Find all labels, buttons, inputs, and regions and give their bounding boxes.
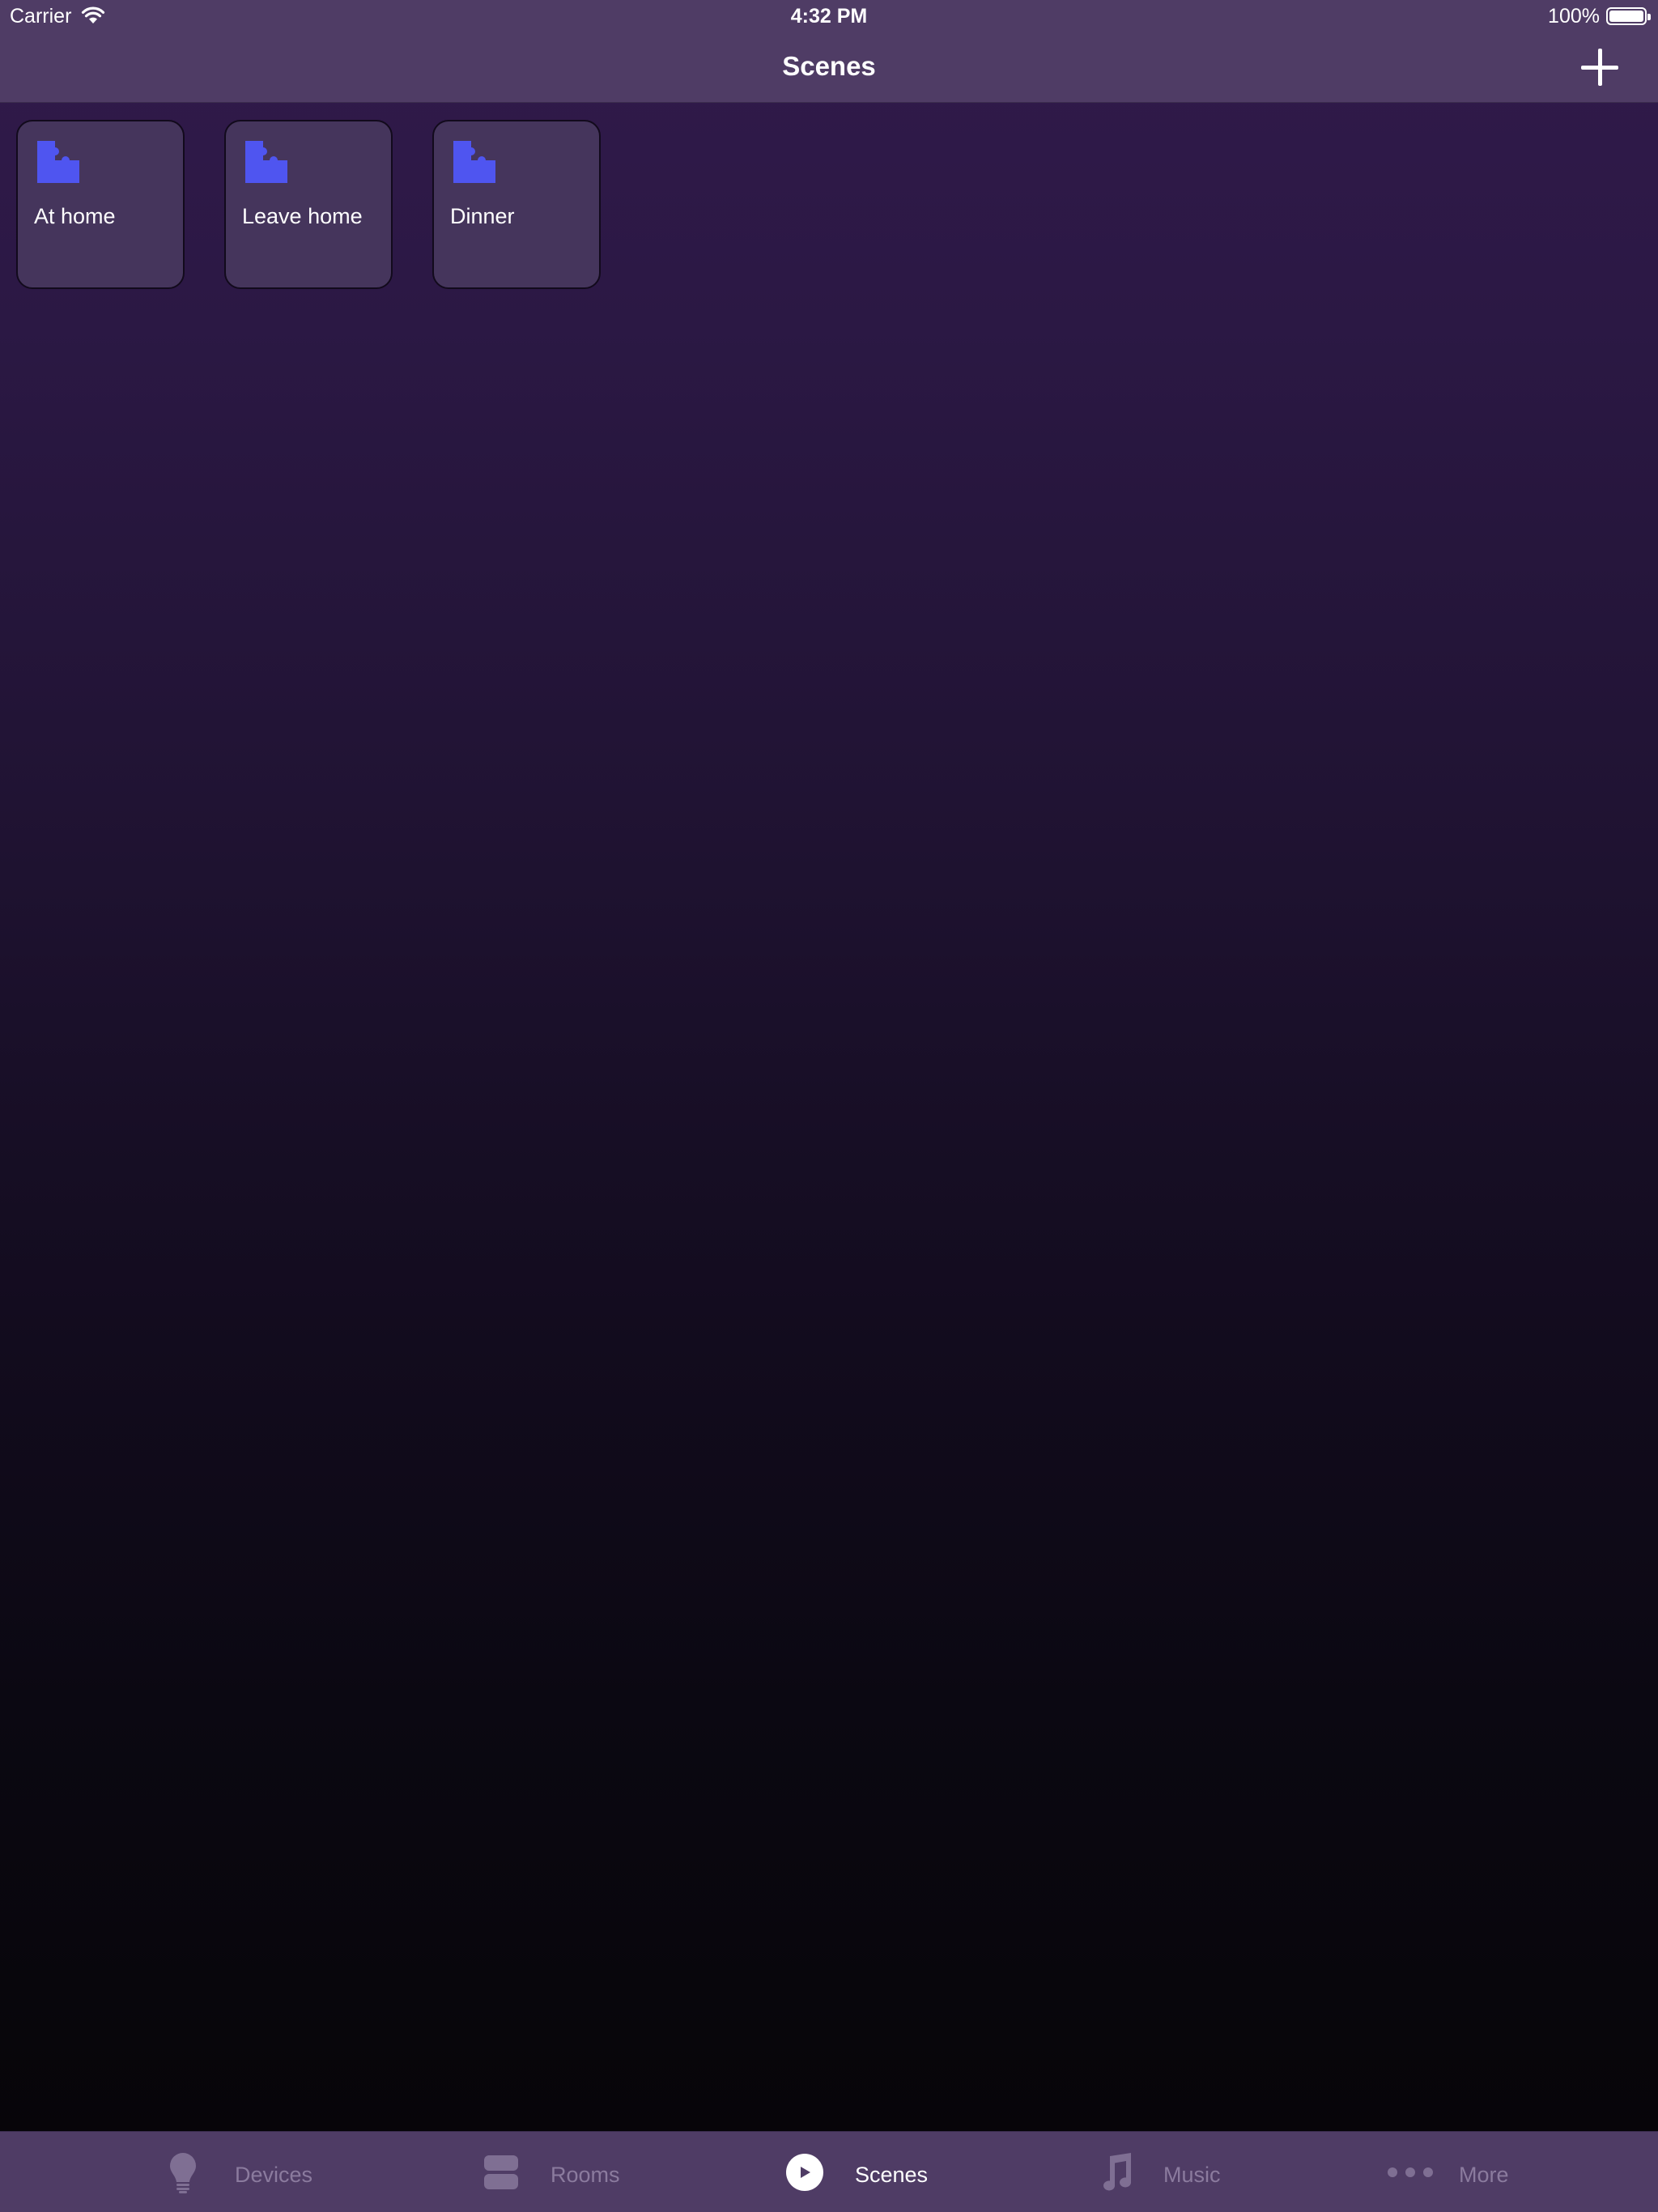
lightbulb-icon	[170, 2153, 196, 2193]
scene-tile-dinner[interactable]: Dinner	[432, 120, 601, 289]
status-bar: Carrier 4:32 PM 100%	[0, 0, 1658, 32]
battery-icon	[1606, 7, 1651, 25]
tab-bar: Devices Rooms Scenes Music More	[0, 2131, 1658, 2212]
puzzle-icon	[37, 141, 79, 183]
tab-label-more: More	[1459, 2163, 1509, 2187]
scene-label: At home	[34, 204, 116, 228]
scene-label: Leave home	[242, 204, 363, 228]
page-title: Scenes	[782, 51, 876, 81]
more-dots-icon	[1388, 2167, 1433, 2177]
play-circle-icon	[786, 2154, 823, 2191]
battery-percent: 100%	[1548, 5, 1600, 28]
scene-tile-at-home[interactable]: At home	[16, 120, 185, 289]
add-scene-button[interactable]	[1581, 49, 1618, 86]
tab-music[interactable]: Music	[1097, 2132, 1243, 2212]
tab-label-rooms: Rooms	[551, 2163, 620, 2187]
scenes-screen: Carrier 4:32 PM 100% Scenes At home Leav…	[0, 0, 1658, 2212]
tab-devices[interactable]: Devices	[162, 2132, 332, 2212]
tab-rooms[interactable]: Rooms	[484, 2132, 646, 2212]
rooms-icon	[484, 2155, 518, 2189]
tab-label-music: Music	[1163, 2163, 1221, 2187]
music-note-icon	[1103, 2153, 1132, 2191]
puzzle-icon	[245, 141, 287, 183]
tab-more[interactable]: More	[1388, 2132, 1533, 2212]
tab-scenes[interactable]: Scenes	[786, 2132, 948, 2212]
tab-label-devices: Devices	[235, 2163, 313, 2187]
puzzle-icon	[453, 141, 495, 183]
top-bar: Carrier 4:32 PM 100% Scenes	[0, 0, 1658, 103]
scene-tile-leave-home[interactable]: Leave home	[224, 120, 393, 289]
status-time: 4:32 PM	[790, 5, 868, 28]
scene-label: Dinner	[450, 204, 515, 228]
tab-label-scenes: Scenes	[855, 2163, 929, 2187]
